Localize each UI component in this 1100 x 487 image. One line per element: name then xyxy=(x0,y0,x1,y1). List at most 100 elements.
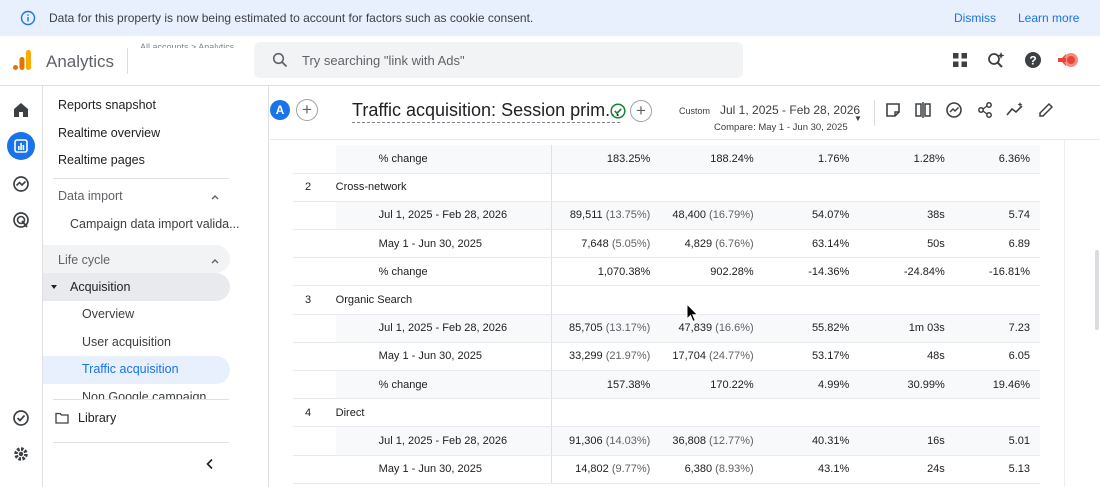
metric-value: -24.84% xyxy=(903,265,945,278)
table-row[interactable]: Jul 1, 2025 - Feb 28, 2026 91,306 (14.03%… xyxy=(293,426,1040,456)
add-filter-button[interactable]: + xyxy=(630,100,652,122)
metric-value: 5.01 xyxy=(1008,434,1030,447)
metric-cell: 7.23 xyxy=(954,314,1040,343)
nav-section-life-cycle[interactable]: Life cycle xyxy=(58,253,110,267)
metric-cell xyxy=(859,173,955,202)
explore-icon[interactable] xyxy=(11,174,31,194)
account-avatar-icon[interactable] xyxy=(1056,50,1082,70)
channel-group-row[interactable]: 4 Direct xyxy=(293,398,1040,428)
metric-cell xyxy=(551,173,661,202)
table-row[interactable]: May 1 - Jun 30, 2025 7,648 (5.05%) 4,829 (… xyxy=(293,229,1040,259)
report-table-container: % change 183.25% 188.24% 1.76% 1.28% 6.36% 2 Cr… xyxy=(270,140,1065,487)
table-row[interactable]: % change 183.25% 188.24% 1.76% 1.28% 6.36% xyxy=(293,145,1040,174)
settings-gear-icon[interactable] xyxy=(11,444,31,464)
metric-value: 5.74 xyxy=(1008,209,1030,222)
channel-group-label: Direct xyxy=(335,398,552,428)
nav-library[interactable]: Library xyxy=(78,411,116,425)
metric-share: (16.6%) xyxy=(715,322,754,335)
metric-share: (13.17%) xyxy=(605,322,651,335)
metric-cell: 6.05 xyxy=(954,342,1040,372)
table-row[interactable]: May 1 - Jun 30, 2025 14,802 (9.77%) 6,380 … xyxy=(293,455,1040,484)
metric-cell: 89,511 (13.75%) xyxy=(551,201,661,231)
metric-value: 33,299 xyxy=(568,350,603,363)
metric-value: 902.28% xyxy=(710,265,754,278)
channel-group-row[interactable]: 2 Cross-network xyxy=(293,173,1040,202)
metric-value: 1.28% xyxy=(913,152,945,165)
metric-value: 43.1% xyxy=(818,463,850,476)
nav-acquisition[interactable]: Acquisition xyxy=(70,280,130,294)
compare-range: Compare: May 1 - Jun 30, 2025 xyxy=(714,122,848,133)
table-row[interactable]: Jul 1, 2025 - Feb 28, 2026 85,705 (13.17%… xyxy=(293,314,1040,343)
metric-cell xyxy=(859,285,955,315)
nav-user-acquisition[interactable]: User acquisition xyxy=(82,335,171,349)
report-side-nav: Reports snapshot Realtime overview Realt… xyxy=(43,86,269,487)
home-icon[interactable] xyxy=(11,100,31,120)
row-label: May 1 - Jun 30, 2025 xyxy=(335,342,552,372)
date-range[interactable]: Jul 1, 2025 - Feb 28, 2026 xyxy=(720,103,860,117)
collapse-chevron-icon[interactable] xyxy=(205,458,215,470)
nav-reports-snapshot[interactable]: Reports snapshot xyxy=(58,98,156,112)
nav-campaign-data-import[interactable]: Campaign data import valida... xyxy=(70,217,240,231)
scrollbar-thumb[interactable] xyxy=(1095,250,1099,330)
nav-section-data-import[interactable]: Data import xyxy=(58,189,123,203)
date-preset-label: Custom xyxy=(679,106,711,116)
metric-cell xyxy=(763,398,860,428)
row-index xyxy=(293,145,336,174)
dismiss-button[interactable]: Dismiss xyxy=(954,11,996,25)
nav-traffic-acquisition[interactable]: Traffic acquisition xyxy=(82,362,179,376)
metric-cell: 7,648 (5.05%) xyxy=(551,229,661,259)
search-bar[interactable]: Try searching "link with Ads" xyxy=(254,42,743,78)
help-icon[interactable]: ? xyxy=(1023,50,1043,70)
chevron-up-icon[interactable] xyxy=(210,192,220,202)
compare-columns-icon[interactable] xyxy=(914,101,932,119)
report-header: A + Traffic acquisition: Session prim...… xyxy=(270,86,1100,140)
channel-group-label: Organic Search xyxy=(335,285,552,315)
metric-share: (21.97%) xyxy=(605,350,651,363)
add-comparison-button[interactable]: + xyxy=(296,99,318,121)
metric-share: (9.77%) xyxy=(611,463,651,476)
date-dropdown-icon[interactable]: ▼ xyxy=(854,114,862,123)
channel-group-row[interactable]: 3 Organic Search xyxy=(293,285,1040,315)
metric-cell: 40.31% xyxy=(763,426,860,456)
edit-pencil-icon[interactable] xyxy=(1037,101,1055,119)
nav-realtime-pages[interactable]: Realtime pages xyxy=(58,153,145,167)
chevron-up-icon[interactable] xyxy=(210,256,220,266)
metric-cell: 157.38% xyxy=(551,370,661,400)
metric-value: 7.23 xyxy=(1008,322,1030,335)
metric-value: -14.36% xyxy=(808,265,850,278)
table-row[interactable]: Jul 1, 2025 - Feb 28, 2026 89,511 (13.75%… xyxy=(293,201,1040,231)
caret-down-icon[interactable] xyxy=(50,283,58,291)
comparison-avatar[interactable]: A xyxy=(270,100,290,120)
metric-cell: 902.28% xyxy=(660,257,764,287)
metric-value: 7,648 xyxy=(581,237,609,250)
admin-checklist-icon[interactable] xyxy=(11,408,31,428)
metric-cell: 16s xyxy=(859,426,955,456)
metric-share: (24.77%) xyxy=(709,350,754,363)
nav-non-google-campaign[interactable]: Non Google campaign xyxy=(82,390,206,399)
table-row[interactable]: % change 1,070.38% 902.28% -14.36% -24.84% -1… xyxy=(293,257,1040,287)
search-insights-icon[interactable] xyxy=(986,50,1006,70)
notice-banner: Data for this property is now being esti… xyxy=(0,0,1100,36)
table-row[interactable]: % change 157.38% 170.22% 4.99% 30.99% 19.46% xyxy=(293,370,1040,400)
row-index xyxy=(293,342,336,372)
insights-icon[interactable] xyxy=(945,101,963,119)
row-index xyxy=(293,314,336,343)
advertising-icon[interactable] xyxy=(11,210,31,230)
search-icon xyxy=(272,52,288,68)
annotation-icon[interactable] xyxy=(884,101,902,119)
share-icon[interactable] xyxy=(976,101,994,119)
metric-value: 30.99% xyxy=(907,378,945,391)
reports-icon[interactable] xyxy=(11,136,31,156)
account-breadcrumb[interactable]: All accounts > Analytics xyxy=(140,42,250,48)
apps-grid-icon[interactable] xyxy=(950,50,970,70)
trend-sparkle-icon[interactable] xyxy=(1006,101,1024,119)
row-index: 3 xyxy=(293,285,336,315)
nav-realtime-overview[interactable]: Realtime overview xyxy=(58,126,160,140)
metric-value: 40.31% xyxy=(811,434,850,447)
report-title[interactable]: Traffic acquisition: Session prim... xyxy=(352,100,621,123)
nav-overview[interactable]: Overview xyxy=(82,307,134,321)
metric-cell: 85,705 (13.17%) xyxy=(551,314,661,343)
metric-value: 91,306 xyxy=(568,434,603,447)
table-row[interactable]: May 1 - Jun 30, 2025 33,299 (21.97%) 17,70… xyxy=(293,342,1040,372)
learn-more-link[interactable]: Learn more xyxy=(1018,11,1079,25)
